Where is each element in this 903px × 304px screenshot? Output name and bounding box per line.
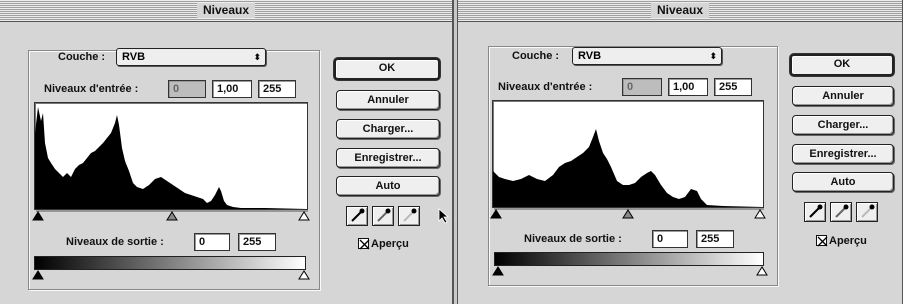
save-button[interactable]: Enregistrer... xyxy=(336,148,440,168)
output-slider[interactable] xyxy=(32,270,312,282)
input-black-field[interactable]: 0 xyxy=(622,78,662,96)
channel-popup[interactable]: RVB ⬍ xyxy=(572,47,722,65)
dialog-title: Niveaux xyxy=(196,3,256,18)
preview-checkbox[interactable]: Aperçu xyxy=(358,237,409,251)
mouse-cursor-icon xyxy=(438,208,450,224)
histogram-fill xyxy=(35,107,307,209)
auto-button[interactable]: Auto xyxy=(792,172,894,192)
popup-arrows-icon: ⬍ xyxy=(253,52,261,62)
input-slider[interactable] xyxy=(32,210,312,222)
preview-label: Aperçu xyxy=(829,235,867,247)
load-button[interactable]: Charger... xyxy=(336,119,440,139)
input-white-field[interactable]: 255 xyxy=(714,78,752,96)
histogram-graph xyxy=(493,129,763,207)
gray-eyedropper-icon[interactable] xyxy=(372,206,394,226)
ok-button[interactable]: OK xyxy=(790,54,894,76)
input-gamma-field[interactable]: 1,00 xyxy=(212,80,252,98)
output-black-slider[interactable] xyxy=(32,270,44,280)
output-gradient xyxy=(494,252,764,266)
histogram-fill xyxy=(493,129,763,207)
white-eyedropper-icon[interactable] xyxy=(856,202,878,222)
cancel-button[interactable]: Annuler xyxy=(336,90,440,110)
output-white-field[interactable]: 255 xyxy=(238,233,276,251)
input-gamma-field[interactable]: 1,00 xyxy=(668,78,708,96)
output-black-field[interactable]: 0 xyxy=(194,233,230,251)
levels-dialog-right: Niveaux Couche : RVB ⬍ Niveaux d'entrée … xyxy=(458,0,903,304)
output-slider[interactable] xyxy=(492,266,770,278)
histogram xyxy=(492,100,764,208)
gamma-slider[interactable] xyxy=(622,209,634,219)
output-black-field[interactable]: 0 xyxy=(652,230,688,248)
load-button[interactable]: Charger... xyxy=(792,115,894,135)
channel-popup[interactable]: RVB ⬍ xyxy=(116,48,266,66)
dialog-title: Niveaux xyxy=(650,3,710,18)
checkbox-check-icon xyxy=(358,238,370,250)
title-bar[interactable]: Niveaux xyxy=(458,0,902,22)
input-levels-label: Niveaux d'entrée : xyxy=(498,81,593,93)
channel-value: RVB xyxy=(122,51,146,63)
output-black-slider[interactable] xyxy=(492,266,504,276)
output-levels-label: Niveaux de sortie : xyxy=(524,233,622,245)
preview-checkbox[interactable]: Aperçu xyxy=(816,234,867,248)
output-gradient xyxy=(34,256,306,270)
white-point-slider[interactable] xyxy=(754,209,766,219)
channel-value: RVB xyxy=(578,50,602,62)
output-levels-label: Niveaux de sortie : xyxy=(66,236,164,248)
auto-button[interactable]: Auto xyxy=(336,176,440,196)
black-eyedropper-icon[interactable] xyxy=(804,202,826,222)
histogram xyxy=(34,102,308,210)
white-eyedropper-icon[interactable] xyxy=(398,206,420,226)
input-white-field[interactable]: 255 xyxy=(258,80,296,98)
popup-arrows-icon: ⬍ xyxy=(709,51,717,61)
black-point-slider[interactable] xyxy=(490,209,502,219)
gamma-slider[interactable] xyxy=(166,211,178,221)
histogram-graph xyxy=(35,107,307,209)
output-white-slider[interactable] xyxy=(298,270,310,280)
input-black-field[interactable]: 0 xyxy=(168,80,206,98)
black-point-slider[interactable] xyxy=(32,211,44,221)
output-white-slider[interactable] xyxy=(756,266,768,276)
preview-label: Aperçu xyxy=(371,238,409,250)
checkbox-check-icon xyxy=(816,235,828,247)
ok-button[interactable]: OK xyxy=(334,58,440,80)
input-levels-label: Niveaux d'entrée : xyxy=(44,83,139,95)
black-eyedropper-icon[interactable] xyxy=(346,206,368,226)
cancel-button[interactable]: Annuler xyxy=(792,86,894,106)
output-white-field[interactable]: 255 xyxy=(696,230,734,248)
channel-label: Couche : xyxy=(512,50,560,62)
channel-label: Couche : xyxy=(58,51,106,63)
white-point-slider[interactable] xyxy=(298,211,310,221)
gray-eyedropper-icon[interactable] xyxy=(830,202,852,222)
title-bar[interactable]: Niveaux xyxy=(0,0,452,22)
levels-dialog-left: Niveaux Couche : RVB ⬍ Niveaux d'entrée … xyxy=(0,0,453,304)
input-slider[interactable] xyxy=(490,208,768,220)
save-button[interactable]: Enregistrer... xyxy=(792,144,894,164)
